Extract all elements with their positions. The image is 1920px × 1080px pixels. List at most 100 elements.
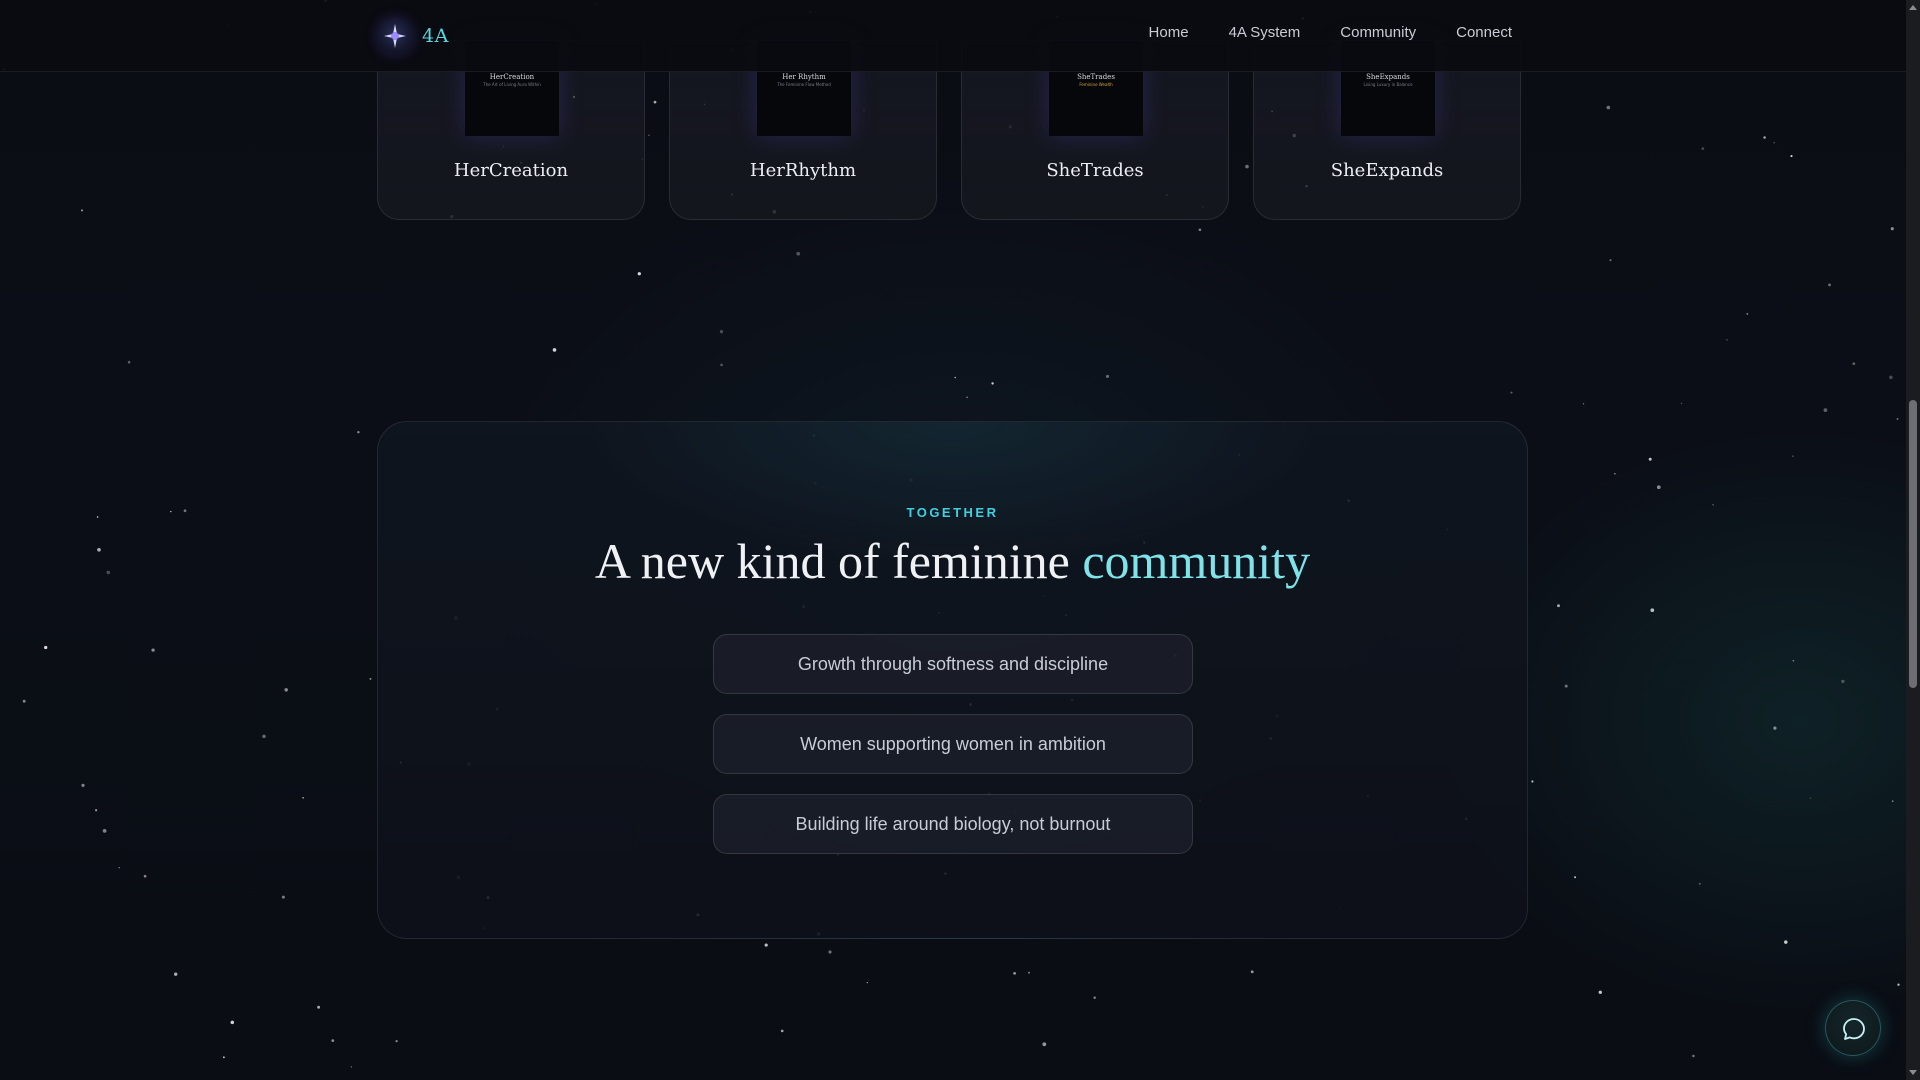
scrollbar-thumb[interactable]	[1909, 400, 1917, 688]
star-dot	[637, 272, 641, 276]
page-scrollbar[interactable]	[1906, 0, 1920, 1080]
cover-title: SheExpands	[1366, 73, 1410, 81]
star-dot	[796, 251, 801, 256]
section-headline: A new kind of feminine community	[378, 532, 1527, 590]
cover-subtitle: The Feminine Flow Method	[777, 82, 831, 87]
star-dot	[395, 1039, 398, 1043]
star-dot	[80, 209, 84, 212]
star-dot	[828, 950, 832, 954]
chat-button[interactable]	[1825, 1000, 1881, 1056]
star-dot	[331, 1039, 335, 1042]
program-card-title: SheTrades	[1046, 160, 1144, 181]
star-dot	[1828, 283, 1831, 287]
star-dot	[1564, 684, 1568, 688]
cover-title: HerCreation	[489, 73, 535, 81]
star-dot	[183, 509, 187, 513]
nav-link-home[interactable]: Home	[1149, 24, 1189, 41]
nav-link-connect[interactable]: Connect	[1456, 24, 1512, 41]
cover-subtitle: Feminine Wealth	[1079, 82, 1113, 87]
star-dot	[1792, 455, 1794, 457]
star-dot	[1609, 259, 1612, 262]
star-dot	[1773, 142, 1775, 144]
star-dot	[1892, 800, 1894, 802]
star-dot	[1531, 780, 1534, 783]
scroll-down-arrow-icon[interactable]	[1909, 1070, 1917, 1075]
nav-link-community[interactable]: Community	[1340, 24, 1416, 41]
cover-subtitle: Living Luxury in Balance	[1363, 82, 1413, 87]
star-dot	[1093, 996, 1096, 999]
star-dot	[127, 360, 131, 364]
main-nav: Home 4A System Community Connect	[1149, 24, 1512, 41]
pillar-item: Growth through softness and discipline	[713, 634, 1193, 694]
star-dot	[1726, 339, 1728, 341]
star-dot	[966, 396, 968, 399]
star-dot	[552, 348, 557, 352]
star-dot	[1013, 972, 1016, 975]
headline-accent: community	[1082, 533, 1311, 589]
star-dot	[1582, 403, 1585, 405]
star-dot	[954, 376, 956, 379]
star-dot	[1763, 136, 1766, 139]
star-dot	[1557, 604, 1560, 608]
cover-title: SheTrades	[1077, 73, 1115, 81]
star-dot	[1656, 485, 1661, 490]
program-card-title: HerCreation	[453, 160, 569, 181]
star-dot	[1105, 374, 1110, 378]
star-dot	[1701, 147, 1705, 150]
star-dot	[1692, 1054, 1695, 1058]
star-dot	[302, 797, 304, 799]
scroll-up-arrow-icon[interactable]	[1909, 5, 1917, 10]
star-dot	[1650, 608, 1655, 613]
community-pillars: Growth through softness and discipline W…	[713, 634, 1193, 854]
star-dot	[81, 783, 85, 788]
star-dot	[1574, 876, 1577, 879]
program-card-title: HerRhythm	[749, 160, 857, 181]
brand-name: 4A	[422, 25, 449, 47]
star-dot	[1680, 402, 1683, 405]
star-dot	[96, 516, 99, 518]
star-dot	[720, 363, 723, 367]
nav-link-4a-system[interactable]: 4A System	[1229, 24, 1301, 41]
star-dot	[170, 510, 172, 513]
program-card-title: SheExpands	[1330, 160, 1444, 181]
navbar: 4A Home 4A System Community Connect	[0, 0, 1906, 72]
pillar-item: Building life around biology, not burnou…	[713, 794, 1193, 854]
cover-subtitle: The Art of Living Aura Within	[483, 82, 541, 87]
star-dot	[106, 570, 111, 575]
star-dot	[102, 829, 107, 833]
star-dot	[1897, 983, 1900, 986]
star-dot	[1889, 375, 1893, 380]
sparkle-logo-icon	[376, 17, 414, 55]
star-dot	[1510, 391, 1513, 394]
star-dot	[174, 972, 178, 976]
star-dot	[1773, 726, 1777, 730]
star-dot	[1606, 105, 1611, 110]
star-dot	[1598, 990, 1602, 994]
star-dot	[1790, 155, 1793, 158]
star-dot	[95, 809, 98, 812]
community-section: TOGETHER A new kind of feminine communit…	[377, 421, 1528, 939]
star-dot	[1809, 797, 1811, 799]
star-dot	[719, 330, 724, 334]
star-dot	[1746, 312, 1749, 315]
star-dot	[357, 431, 360, 434]
star-dot	[1841, 679, 1845, 684]
star-dot	[369, 677, 372, 680]
star-dot	[780, 1029, 784, 1033]
section-eyebrow: TOGETHER	[906, 505, 999, 520]
star-dot	[97, 547, 101, 552]
star-dot	[1823, 408, 1828, 412]
star-dot	[1028, 971, 1030, 974]
star-dot	[222, 1056, 225, 1059]
brand-home-link[interactable]: 4A	[376, 17, 449, 55]
star-dot	[1614, 473, 1616, 475]
star-dot	[151, 648, 155, 652]
star-dot	[866, 982, 868, 984]
star-dot	[281, 895, 285, 899]
star-dot	[1784, 940, 1788, 944]
star-dot	[44, 645, 48, 650]
star-dot	[1042, 1042, 1047, 1047]
star-dot	[262, 734, 266, 739]
pillar-item: Women supporting women in ambition	[713, 714, 1193, 774]
star-dot	[143, 874, 147, 878]
